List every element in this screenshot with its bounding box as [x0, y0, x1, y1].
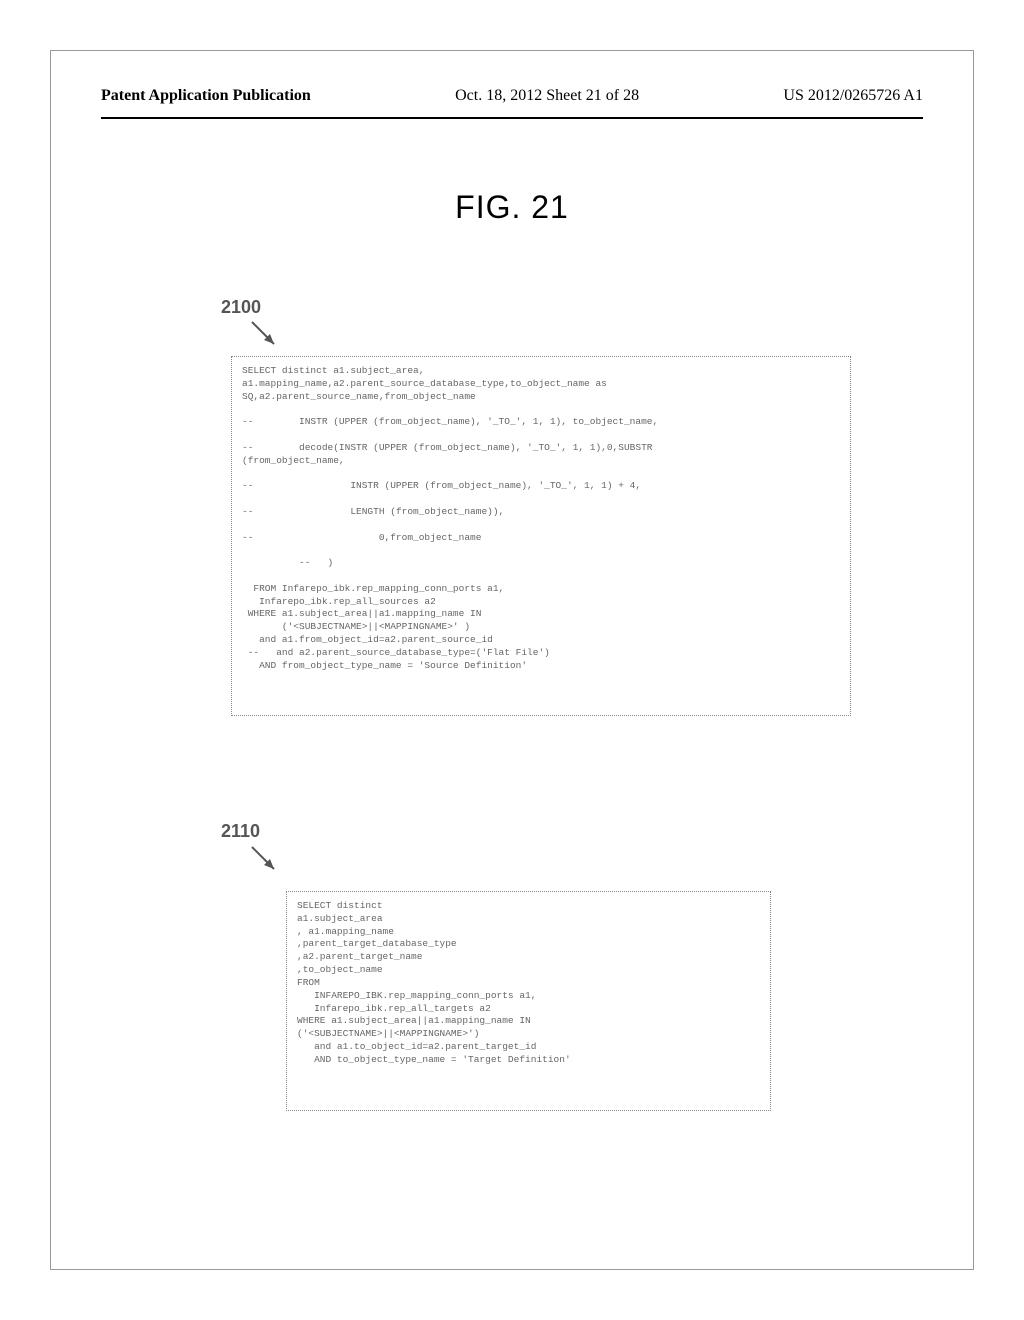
header-right: US 2012/0265726 A1 [783, 87, 923, 105]
code-block-2100: SELECT distinct a1.subject_area, a1.mapp… [231, 356, 851, 716]
callout-2100: 2100 [221, 297, 261, 318]
header-divider [101, 117, 923, 119]
arrow-2110-icon [246, 841, 286, 881]
arrow-2100-icon [246, 316, 286, 356]
code-text-2100: SELECT distinct a1.subject_area, a1.mapp… [242, 365, 840, 673]
header-left: Patent Application Publication [101, 87, 311, 105]
page-container: Patent Application Publication Oct. 18, … [50, 50, 974, 1270]
page-header: Patent Application Publication Oct. 18, … [51, 51, 973, 113]
header-center: Oct. 18, 2012 Sheet 21 of 28 [455, 87, 639, 105]
code-text-2110: SELECT distinct a1.subject_area , a1.map… [297, 900, 760, 1067]
callout-2110: 2110 [221, 821, 260, 842]
code-block-2110: SELECT distinct a1.subject_area , a1.map… [286, 891, 771, 1111]
figure-title: FIG. 21 [51, 189, 973, 226]
